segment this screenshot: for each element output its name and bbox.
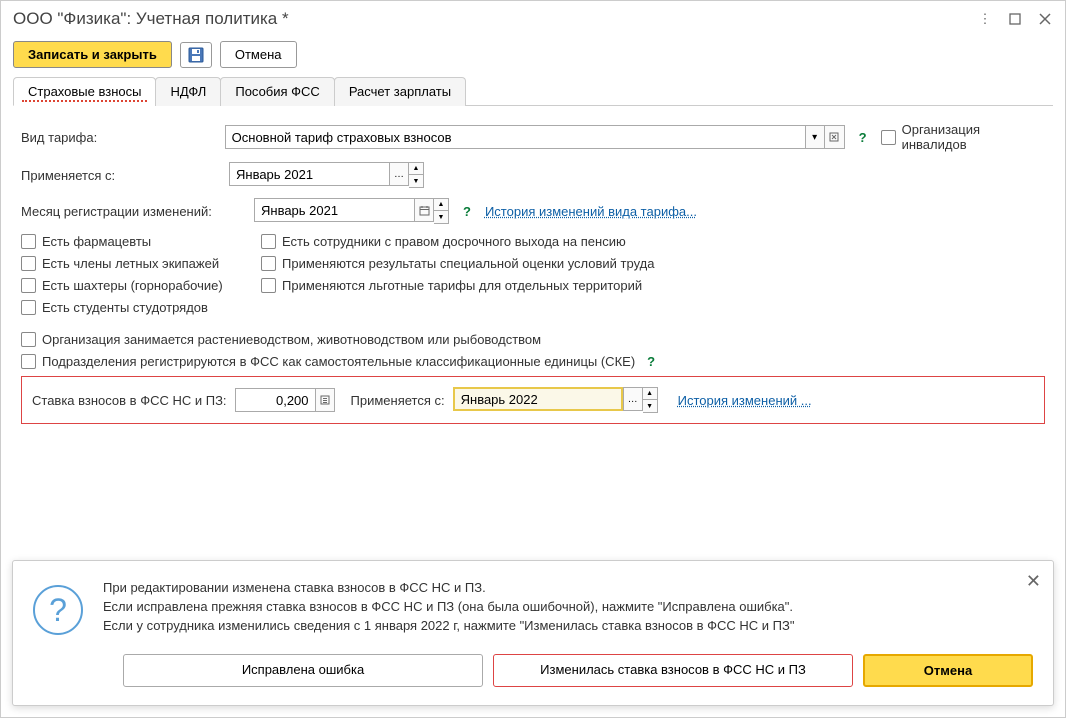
maximize-icon[interactable] <box>1007 11 1023 27</box>
agriculture-checkbox[interactable] <box>21 332 36 347</box>
spin-down-icon[interactable]: ▼ <box>643 400 657 412</box>
tab-fss[interactable]: Пособия ФСС <box>220 77 334 106</box>
early-retire-checkbox[interactable] <box>261 234 276 249</box>
agriculture-label: Организация занимается растениеводством,… <box>42 332 541 347</box>
territory-rates-checkbox[interactable] <box>261 278 276 293</box>
spin-up-icon[interactable]: ▲ <box>643 388 657 400</box>
question-icon: ? <box>33 585 83 635</box>
close-icon[interactable] <box>1037 11 1053 27</box>
tariff-type-label: Вид тарифа: <box>21 130 217 145</box>
special-eval-checkbox[interactable] <box>261 256 276 271</box>
pharmacists-checkbox[interactable] <box>21 234 36 249</box>
reg-month-input[interactable] <box>254 198 414 222</box>
spin-down-icon[interactable]: ▼ <box>409 175 423 187</box>
special-eval-label: Применяются результаты специальной оценк… <box>282 256 654 271</box>
rate-changed-button[interactable]: Изменилась ставка взносов в ФСС НС и ПЗ <box>493 654 853 687</box>
tab-insurance[interactable]: Страховые взносы <box>13 77 156 106</box>
disabled-org-label: Организация инвалидов <box>902 122 1045 152</box>
tab-label: Страховые взносы <box>28 84 141 99</box>
history-tariff-link[interactable]: История изменений вида тарифа... <box>485 204 697 219</box>
ellipsis-icon[interactable]: … <box>389 162 409 186</box>
spin-up-icon[interactable]: ▲ <box>409 163 423 175</box>
students-checkbox[interactable] <box>21 300 36 315</box>
history-rate-link[interactable]: История изменений ... <box>678 393 812 408</box>
pharmacists-label: Есть фармацевты <box>42 234 151 249</box>
tab-ndfl[interactable]: НДФЛ <box>155 77 221 106</box>
more-icon[interactable]: ⋮ <box>977 11 993 27</box>
help-icon[interactable]: ? <box>641 354 661 369</box>
help-icon[interactable]: ? <box>457 204 477 219</box>
tab-payroll[interactable]: Расчет зарплаты <box>334 77 466 106</box>
miners-label: Есть шахтеры (горнорабочие) <box>42 278 223 293</box>
help-icon[interactable]: ? <box>853 130 873 145</box>
disabled-org-checkbox[interactable] <box>881 130 896 145</box>
dialog-message: При редактировании изменена ставка взнос… <box>103 579 794 636</box>
tariff-type-input[interactable] <box>225 125 805 149</box>
spin-down-icon[interactable]: ▼ <box>434 211 448 223</box>
dropdown-icon[interactable]: ▾ <box>805 125 825 149</box>
save-close-button[interactable]: Записать и закрыть <box>13 41 172 68</box>
flight-crew-checkbox[interactable] <box>21 256 36 271</box>
fss-rate-input[interactable] <box>235 388 315 412</box>
fss-applies-label: Применяется с: <box>351 393 445 408</box>
fss-rate-label: Ставка взносов в ФСС НС и ПЗ: <box>32 393 227 408</box>
fss-rate-box: Ставка взносов в ФСС НС и ПЗ: Применяетс… <box>21 376 1045 424</box>
fss-applies-input[interactable] <box>453 387 623 411</box>
error-fixed-button[interactable]: Исправлена ошибка <box>123 654 483 687</box>
dialog-cancel-button[interactable]: Отмена <box>863 654 1033 687</box>
flight-crew-label: Есть члены летных экипажей <box>42 256 219 271</box>
reg-month-label: Месяц регистрации изменений: <box>21 204 246 219</box>
cancel-button[interactable]: Отмена <box>220 41 297 68</box>
calculator-icon[interactable] <box>315 388 335 412</box>
applies-from-label: Применяется с: <box>21 168 221 183</box>
window-title: ООО "Физика": Учетная политика * <box>13 9 977 29</box>
dialog-close-icon[interactable]: ✕ <box>1026 571 1041 592</box>
calendar-icon[interactable] <box>414 198 434 222</box>
save-icon <box>188 47 204 63</box>
subdivisions-checkbox[interactable] <box>21 354 36 369</box>
miners-checkbox[interactable] <box>21 278 36 293</box>
subdivisions-label: Подразделения регистрируются в ФСС как с… <box>42 354 635 369</box>
spin-up-icon[interactable]: ▲ <box>434 199 448 211</box>
applies-from-input[interactable] <box>229 162 389 186</box>
confirm-dialog: ✕ ? При редактировании изменена ставка в… <box>12 560 1054 706</box>
ellipsis-icon[interactable]: … <box>623 387 643 411</box>
open-ref-icon[interactable] <box>825 125 845 149</box>
territory-rates-label: Применяются льготные тарифы для отдельны… <box>282 278 642 293</box>
early-retire-label: Есть сотрудники с правом досрочного выхо… <box>282 234 626 249</box>
save-button[interactable] <box>180 42 212 68</box>
students-label: Есть студенты студотрядов <box>42 300 208 315</box>
